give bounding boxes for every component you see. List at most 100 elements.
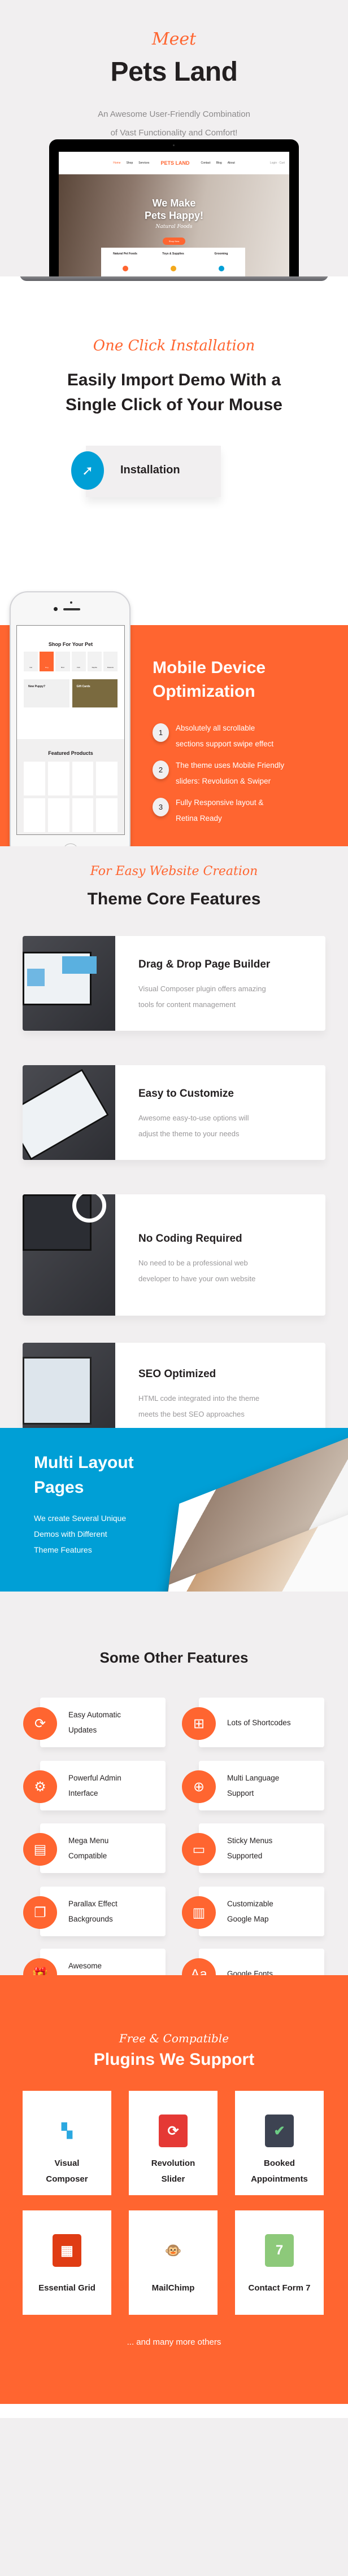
hero-script-title: Meet	[151, 29, 197, 49]
plugins-title: Plugins We Support	[93, 2050, 255, 2069]
phone-mockup: Shop For Your Pet Cat Dog Bird Fish Rept…	[10, 591, 130, 846]
phone-product	[24, 798, 45, 832]
font-icon: Aa	[182, 1958, 216, 1975]
feature-title: No Coding Required	[138, 1233, 242, 1245]
revolution-slider-logo-icon: ⟳	[159, 2115, 188, 2147]
hero-title: Pets Land	[110, 57, 238, 87]
contact-form-7-logo-icon: 7	[265, 2234, 294, 2267]
essential-grid-logo-icon: ▦	[53, 2234, 81, 2267]
preview-card: Natural Pet Foods	[106, 252, 145, 276]
phone-product	[47, 798, 69, 832]
preview-cart: Cart	[279, 161, 285, 165]
other-title: Some Other Features	[99, 1649, 249, 1666]
plugin-label: MailChimp	[151, 2283, 195, 2293]
phone-section-title: Shop For Your Pet	[48, 641, 93, 647]
phone-featured: Featured Products	[17, 739, 124, 834]
mobile-step: 2 The theme uses Mobile Friendly sliders: …	[153, 758, 339, 789]
plugin-card: 7 Contact Form 7	[235, 2210, 324, 2315]
feature-item-label: Mega Menu Compatible	[68, 1836, 109, 1860]
feature-desc: No need to be a professional web develope…	[138, 1259, 256, 1283]
feature-item-label: Sticky Menus Supported	[227, 1836, 273, 1860]
feature-item-label: Powerful Admin Interface	[68, 1774, 121, 1797]
calendar-check-icon: ✔	[265, 2115, 294, 2147]
core-features-section: For Easy Website Creation Theme Core Fea…	[0, 846, 348, 1428]
step-text: Absolutely all scrollable sections suppor…	[176, 724, 274, 748]
preview-nav-about: About	[227, 161, 235, 165]
hero-subtitle-line1: An Awesome User-Friendly Combination	[98, 109, 250, 119]
plugin-label: Booked Appointments	[251, 2159, 308, 2184]
laptop-base	[20, 276, 328, 281]
phone-featured-title: Featured Products	[48, 750, 93, 756]
seo-tablet-image	[23, 1343, 115, 1428]
mobile-step: 1 Absolutely all scrollable sections suppo…	[153, 720, 339, 752]
feature-item: ▤ Mega Menu Compatible	[23, 1823, 166, 1873]
feature-card: SEO Optimized HTML code integrated into …	[23, 1343, 325, 1428]
gift-icon: 🎁	[23, 1958, 57, 1975]
feature-item: ❐ Parallax Effect Backgrounds	[23, 1887, 166, 1936]
feature-desc: Awesome easy-to-use options will adjust t…	[138, 1114, 249, 1138]
feature-title: Drag & Drop Page Builder	[138, 959, 271, 970]
preview-card: Toys & Supplies	[154, 252, 193, 276]
preview-nav-blog: Blog	[216, 161, 222, 165]
multi-title: Multi Layout Pages	[34, 1453, 134, 1497]
laptop-mockup: 800 123 4567 Home Shop Services PETS LAN…	[49, 139, 299, 276]
plugin-label: Contact Form 7	[248, 2283, 311, 2293]
multi-layout-section: Multi Layout Pages We create Several Uniq…	[0, 1428, 348, 1592]
phone-product	[72, 798, 94, 832]
feature-item: ⊞ Lots of Shortcodes	[182, 1698, 324, 1747]
feature-item-label: Easy Automatic Updates	[68, 1711, 121, 1734]
feature-card: No Coding Required No need to be a profe…	[23, 1194, 325, 1316]
phone-product	[72, 762, 94, 795]
feature-item-label: Parallax Effect Backgrounds	[68, 1900, 118, 1923]
feature-card: Drag & Drop Page Builder Visual Composer…	[23, 936, 325, 1031]
phone-banner-puppy: New Puppy?	[24, 679, 69, 707]
page-builder-image	[23, 936, 115, 1031]
mailchimp-logo-icon: 🐵	[159, 2234, 188, 2267]
phone-product	[96, 798, 118, 832]
feature-item-label: Lots of Shortcodes	[227, 1718, 291, 1727]
preview-nav-home: Home	[113, 161, 121, 165]
phone-products	[17, 756, 124, 834]
plugin-label: Visual Composer	[46, 2159, 88, 2184]
plugins-section: Free & Compatible Plugins We Support ▚ Vi…	[0, 1975, 348, 2404]
phone-screen: Shop For Your Pet Cat Dog Bird Fish Rept…	[16, 625, 125, 835]
phone-sensor	[70, 601, 72, 604]
phone-category-active: Dog	[40, 652, 54, 671]
footer-spacer	[0, 2404, 348, 2418]
feature-desc: Visual Composer plugin offers amazing too…	[138, 984, 266, 1009]
install-title: Easily Import Demo With a Single Click of…	[66, 371, 282, 414]
feature-title: SEO Optimized	[138, 1368, 216, 1380]
plugin-card: ✔ Booked Appointments	[235, 2091, 324, 2195]
laptop-camera	[173, 144, 175, 146]
phone-camera	[54, 607, 58, 611]
preview-logo: PETS LAND	[160, 160, 190, 166]
phone-product	[96, 762, 118, 795]
feature-item: ⟳ Easy Automatic Updates	[23, 1698, 166, 1747]
mobile-step: 3 Fully Responsive layout & Retina Ready	[153, 795, 339, 827]
sticky-menu-icon: ▭	[182, 1833, 216, 1866]
phone-banners: New Puppy? Gift Cards	[17, 671, 124, 707]
phone-category: Fish	[71, 652, 86, 671]
plugin-card: ▚ Visual Composer	[23, 2091, 111, 2195]
feature-desc: HTML code integrated into the theme meets…	[138, 1394, 260, 1418]
map-icon: ▥	[182, 1896, 216, 1929]
feature-item: ▥ Customizable Google Map	[182, 1887, 324, 1936]
phone-product	[47, 762, 69, 795]
step-number: 1	[153, 723, 169, 742]
phone-categories: Cat Dog Bird Fish Reptile Rodents	[17, 647, 124, 671]
preview-headline-script: Natural Foods	[155, 224, 193, 230]
step-number: 3	[153, 798, 169, 816]
phone-category: Reptile	[87, 652, 102, 671]
gear-icon: ⚙	[23, 1770, 57, 1803]
feature-item: ⚙ Powerful Admin Interface	[23, 1761, 166, 1810]
hero-section: Meet Pets Land An Awesome User-Friendly …	[0, 0, 348, 276]
feature-item: 🎁 AwesomeFontello Icons	[23, 1949, 166, 1975]
preview-nav-shop: Shop	[126, 161, 133, 165]
preview-login: Login	[269, 161, 277, 165]
other-features-section: Some Other Features ⟳ Easy Automatic Updat…	[0, 1592, 348, 1975]
laptop-screen: 800 123 4567 Home Shop Services PETS LAN…	[59, 152, 289, 276]
installation-button[interactable]: ➚ Installation	[71, 446, 221, 497]
feature-item-label: Customizable Google Map	[227, 1900, 273, 1923]
phone-product	[24, 762, 45, 795]
phone-banner-gift: Gift Cards	[72, 679, 118, 707]
